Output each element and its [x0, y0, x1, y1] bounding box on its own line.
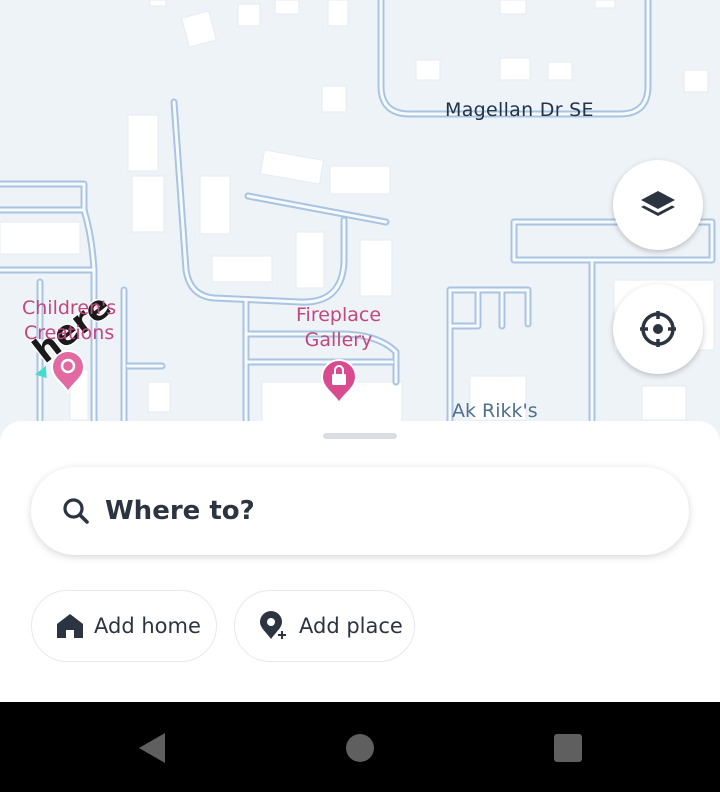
recents-square-icon[interactable] — [553, 733, 583, 763]
poi-label-line: Children's — [22, 297, 117, 319]
poi-label-line: Fireplace — [296, 304, 382, 326]
add-place-button[interactable]: Add place — [234, 590, 415, 662]
add-home-label: Add home — [94, 614, 201, 638]
search-where-to-input[interactable]: Where to? — [31, 467, 689, 555]
locate-crosshair-icon — [640, 311, 676, 347]
map-canvas[interactable]: here — [0, 0, 720, 440]
system-navigation-bar — [0, 702, 720, 792]
home-circle-icon[interactable] — [345, 733, 375, 763]
bottom-sheet[interactable]: Where to? Add home Add place — [0, 421, 720, 702]
back-triangle-icon[interactable] — [137, 731, 167, 765]
poi-label-fireplace-gallery[interactable]: Fireplace Gallery — [296, 303, 381, 353]
poi-label-line: Gallery — [304, 329, 373, 351]
layers-icon — [641, 191, 675, 216]
poi-label-ak-rikks[interactable]: Ak Rikk's — [452, 400, 538, 422]
search-icon — [63, 498, 89, 524]
map-view[interactable]: here Magellan Dr SE Children's Creations… — [0, 0, 720, 440]
add-place-label: Add place — [299, 614, 403, 638]
poi-label-line: Creations — [23, 322, 115, 344]
map-layers-button[interactable] — [613, 160, 703, 250]
search-placeholder: Where to? — [105, 496, 255, 526]
poi-label-childrens-creations[interactable]: Children's Creations — [22, 296, 116, 346]
locate-me-button[interactable] — [613, 284, 703, 374]
add-home-button[interactable]: Add home — [31, 590, 217, 662]
home-icon — [57, 614, 83, 638]
street-label-magellan-dr: Magellan Dr SE — [445, 99, 594, 121]
sheet-drag-handle[interactable] — [323, 433, 397, 439]
add-place-pin-icon — [260, 611, 288, 641]
